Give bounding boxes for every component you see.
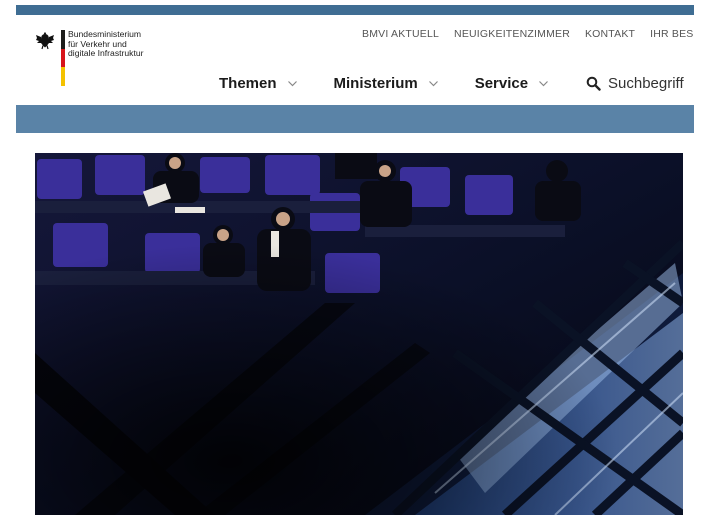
nav-item-label: Ministerium: [333, 74, 418, 92]
flag-stripe: [61, 30, 65, 86]
ministry-logo[interactable]: Bundesministerium für Verkehr und digita…: [35, 29, 168, 86]
meta-nav-ihr-besuch[interactable]: IHR BESUC: [650, 28, 694, 40]
hero-image: [35, 153, 683, 515]
chevron-down-icon: [287, 80, 297, 86]
meta-nav-kontakt[interactable]: KONTAKT: [585, 28, 635, 40]
meta-navigation: BMVI AKTUELL NEUIGKEITENZIMMER KONTAKT I…: [362, 28, 694, 44]
main-navigation: Themen Ministerium Service: [219, 72, 585, 94]
search-box: [586, 73, 702, 93]
meta-nav-neuigkeitenzimmer[interactable]: NEUIGKEITENZIMMER: [454, 28, 570, 40]
chevron-down-icon: [428, 80, 438, 86]
nav-item-label: Themen: [219, 74, 277, 92]
header-sub-band: [16, 105, 694, 133]
search-icon[interactable]: [586, 76, 601, 91]
nav-item-label: Service: [474, 74, 529, 92]
nav-item-themen[interactable]: Themen: [219, 75, 298, 92]
meta-nav-bmvi-aktuell[interactable]: BMVI AKTUELL: [362, 28, 439, 40]
federal-eagle-icon: [36, 32, 54, 50]
nav-item-service[interactable]: Service: [475, 75, 549, 92]
chevron-down-icon: [539, 80, 549, 86]
logo-text: Bundesministerium für Verkehr und digita…: [68, 29, 168, 59]
hero-photo-bundestag: [35, 153, 683, 515]
logo-line-3: digitale Infrastruktur: [68, 48, 144, 59]
nav-item-ministerium[interactable]: Ministerium: [334, 75, 439, 92]
search-input[interactable]: [608, 74, 702, 92]
header-top-band: [16, 5, 694, 15]
